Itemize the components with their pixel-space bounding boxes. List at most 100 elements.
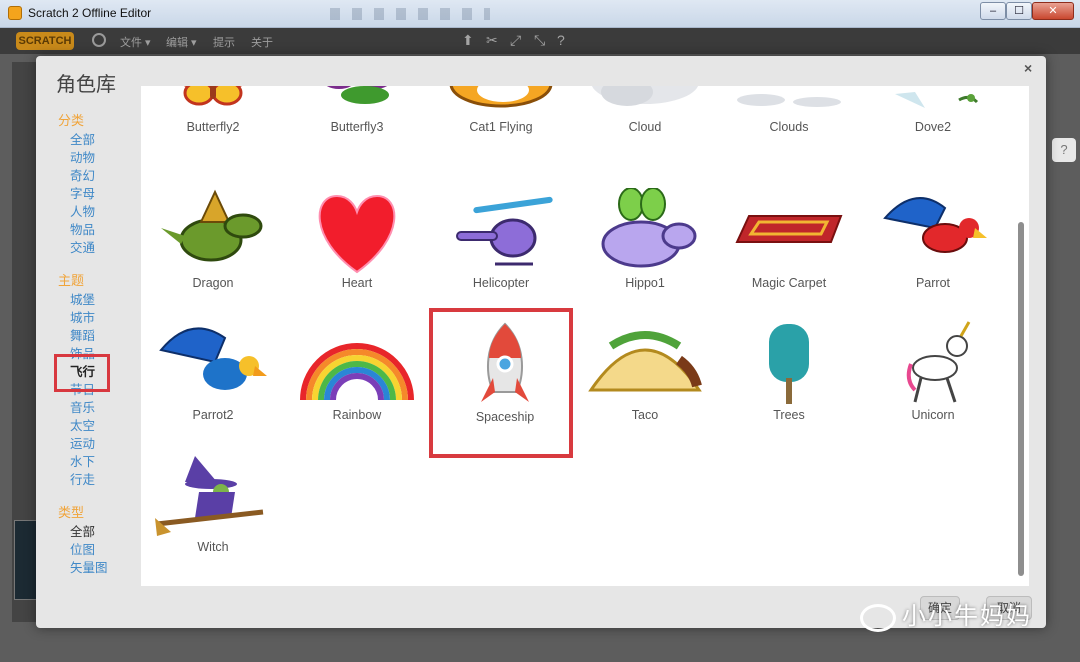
close-window-button[interactable]: ✕ (1032, 2, 1074, 20)
sprite-name: Butterfly3 (330, 120, 384, 134)
cut-icon[interactable]: ✂ (486, 32, 498, 49)
theme-music[interactable]: 音乐 (70, 400, 95, 416)
help-icon[interactable]: ? (557, 32, 565, 48)
sprite-name: Cat1 Flying (469, 120, 533, 134)
butterfly-icon (299, 86, 415, 120)
menu-edit[interactable]: 编辑 ▾ (166, 34, 197, 50)
parrot-icon (155, 320, 271, 406)
dove-icon (875, 86, 991, 120)
minimize-button[interactable]: – (980, 2, 1006, 20)
category-all[interactable]: 全部 (70, 132, 95, 148)
window-title: Scratch 2 Offline Editor (28, 6, 152, 20)
scratch-logo[interactable]: SCRATCH (16, 32, 74, 50)
background-toolbar (330, 8, 490, 20)
category-things[interactable]: 物品 (70, 222, 95, 238)
sprite-name: Heart (341, 276, 373, 290)
theme-castle[interactable]: 城堡 (70, 292, 95, 308)
sprite-name: Helicopter (472, 276, 530, 290)
sprite-name: Butterfly2 (186, 120, 240, 134)
unicorn-icon (875, 320, 991, 406)
sprite-name: Unicorn (911, 408, 955, 422)
sprite-name: Clouds (769, 120, 809, 134)
rainbow-icon (299, 320, 415, 406)
title-bar: Scratch 2 Offline Editor – ☐ ✕ (0, 0, 1080, 28)
type-all[interactable]: 全部 (70, 524, 95, 540)
theme-walking[interactable]: 行走 (70, 472, 95, 488)
sprite-tile[interactable]: Taco (573, 312, 717, 444)
type-heading: 类型 (58, 505, 85, 520)
sprite-tile[interactable]: Parrot (861, 180, 1005, 312)
cat-icon (443, 86, 559, 120)
sprite-tile[interactable]: Witch (141, 444, 285, 576)
parrot-icon (875, 188, 991, 274)
category-letters[interactable]: 字母 (70, 186, 95, 202)
sprite-name: Cloud (628, 120, 662, 134)
stamp-icon[interactable]: ⬆ (462, 32, 474, 49)
category-heading: 分类 (58, 113, 85, 128)
selected-theme-highlight (54, 354, 110, 392)
sprite-tile[interactable]: Trees (717, 312, 861, 444)
heart-icon (299, 188, 415, 274)
witch-icon (155, 452, 271, 538)
watermark-text: 小小牛妈妈 (902, 603, 1032, 630)
tree-icon (731, 320, 847, 406)
cloud-icon (587, 86, 703, 120)
dragon-icon (155, 188, 271, 274)
sprite-thumbnail[interactable] (14, 520, 38, 600)
sprite-name: Parrot (915, 276, 951, 290)
butterfly-icon (155, 86, 271, 120)
scrollbar-thumb[interactable] (1018, 222, 1024, 576)
sprite-tile[interactable]: Magic Carpet (717, 180, 861, 312)
taco-icon (587, 320, 703, 406)
sprite-name: Magic Carpet (751, 276, 827, 290)
dialog-title: 角色库 (56, 74, 116, 96)
menu-about[interactable]: 关于 (251, 34, 273, 50)
watermark: 小小牛妈妈 (860, 596, 1032, 632)
sprite-name: Taco (631, 408, 659, 422)
type-vector[interactable]: 矢量图 (70, 560, 108, 576)
close-icon[interactable]: × (1024, 60, 1032, 76)
type-bitmap[interactable]: 位图 (70, 542, 95, 558)
sprite-tile[interactable]: Parrot2 (141, 312, 285, 444)
grow-icon[interactable]: ⤢ (510, 32, 521, 49)
hippo-icon (587, 188, 703, 274)
sprite-tile[interactable]: Rainbow (285, 312, 429, 444)
sprite-name: Trees (773, 408, 805, 422)
sprite-name: Parrot2 (192, 408, 234, 422)
helicopter-icon (443, 188, 559, 274)
theme-heading: 主题 (58, 273, 85, 288)
sprite-name: Rainbow (332, 408, 382, 422)
category-animals[interactable]: 动物 (70, 150, 95, 166)
theme-underwater[interactable]: 水下 (70, 454, 95, 470)
sprite-grid: Butterfly2 Butterfly3 Cat1 Flying Cloud … (141, 86, 1029, 586)
category-transport[interactable]: 交通 (70, 240, 95, 256)
sprite-tile[interactable]: Hippo1 (573, 180, 717, 312)
sprite-tile-selected[interactable]: Spaceship (429, 308, 573, 458)
theme-city[interactable]: 城市 (70, 310, 95, 326)
rocket-icon (447, 322, 563, 408)
sprite-name: Dove2 (914, 120, 952, 134)
sprite-name: Spaceship (475, 410, 535, 424)
scratch-app-icon (8, 6, 22, 20)
shrink-icon[interactable]: ⤡ (534, 32, 545, 49)
sprite-tile[interactable]: Heart (285, 180, 429, 312)
maximize-button[interactable]: ☐ (1006, 2, 1032, 20)
sprite-tile[interactable]: Dragon (141, 180, 285, 312)
sprite-name: Witch (197, 540, 229, 554)
help-icon[interactable]: ? (1052, 138, 1076, 162)
category-fantasy[interactable]: 奇幻 (70, 168, 95, 184)
theme-space[interactable]: 太空 (70, 418, 95, 434)
sprite-name: Hippo1 (625, 276, 665, 290)
sprite-name: Dragon (192, 276, 234, 290)
sprite-tile[interactable]: Unicorn (861, 312, 1005, 444)
sprite-library-dialog: 角色库 × 分类 全部 动物 奇幻 字母 人物 物品 交通 主题 城堡 城市 舞… (36, 56, 1046, 628)
clouds-icon (731, 86, 847, 120)
theme-sports[interactable]: 运动 (70, 436, 95, 452)
menu-tips[interactable]: 提示 (213, 34, 235, 50)
sprite-tile[interactable]: Helicopter (429, 180, 573, 312)
wechat-icon (860, 603, 896, 632)
globe-icon[interactable] (92, 33, 106, 47)
category-people[interactable]: 人物 (70, 204, 95, 220)
theme-dance[interactable]: 舞蹈 (70, 328, 95, 344)
menu-file[interactable]: 文件 ▾ (120, 34, 151, 50)
